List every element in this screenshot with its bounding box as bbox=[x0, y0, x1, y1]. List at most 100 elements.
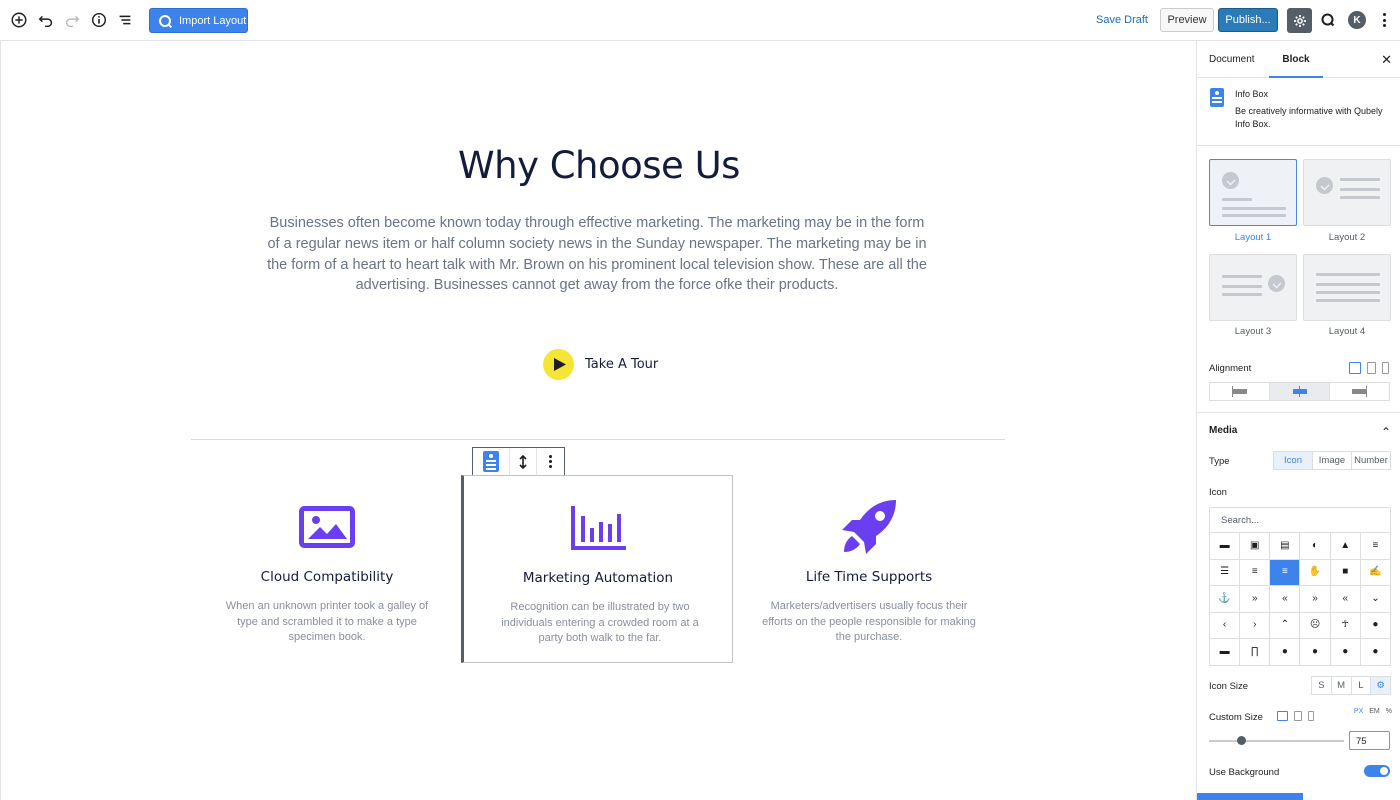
info-box-icon bbox=[483, 451, 499, 472]
settings-sidebar: Document Block ✕ Info Box Be creatively … bbox=[1196, 41, 1400, 800]
editor-toolbar: Import Layout Save Draft Preview Publish… bbox=[0, 0, 1400, 41]
unit-px[interactable]: PX bbox=[1354, 708, 1363, 715]
angle-right-icon[interactable]: › bbox=[1240, 612, 1271, 639]
info-box-icon bbox=[1210, 88, 1224, 107]
id-card-icon[interactable]: ▤ bbox=[1270, 533, 1301, 560]
block-type-button[interactable] bbox=[473, 448, 510, 475]
settings-button[interactable] bbox=[1287, 8, 1312, 33]
block-name: Info Box bbox=[1235, 89, 1269, 99]
media-label: Media bbox=[1209, 425, 1238, 436]
tree-icon[interactable]: ▲ bbox=[1330, 533, 1361, 560]
layout-label-4: Layout 4 bbox=[1328, 326, 1366, 337]
hand-icon[interactable]: ✋ bbox=[1300, 559, 1331, 586]
picture-icon[interactable]: ▬ bbox=[1210, 533, 1241, 560]
sign-language-icon[interactable]: ✍ bbox=[1360, 559, 1391, 586]
angle-down-icon[interactable]: ⌄ bbox=[1360, 586, 1391, 613]
save-draft-button[interactable]: Save Draft bbox=[1096, 14, 1148, 26]
custom-size-gear-icon[interactable]: ⚙ bbox=[1371, 677, 1390, 694]
preview-button[interactable]: Preview bbox=[1160, 8, 1214, 32]
tablet-icon[interactable] bbox=[1294, 711, 1302, 721]
info-box-card[interactable]: Life Time Supports Marketers/advertisers… bbox=[733, 475, 1005, 663]
qubely-icon[interactable] bbox=[1320, 12, 1336, 28]
align-justify-icon[interactable]: ☰ bbox=[1210, 559, 1241, 586]
card-text: Recognition can be illustrated by two in… bbox=[501, 601, 699, 644]
slider-handle[interactable] bbox=[1237, 736, 1246, 745]
unit-percent[interactable]: % bbox=[1386, 708, 1392, 715]
sidebar-tabs: Document Block ✕ bbox=[1197, 41, 1400, 78]
icon-label: Icon bbox=[1209, 487, 1227, 498]
outline-list-icon[interactable] bbox=[115, 10, 135, 30]
mobile-icon[interactable] bbox=[1382, 362, 1389, 374]
custom-size-slider[interactable] bbox=[1209, 736, 1344, 745]
block-more-options-icon[interactable] bbox=[537, 448, 564, 475]
media-panel-header[interactable]: Media ⌃ bbox=[1209, 425, 1391, 439]
align-left-icon[interactable]: ≡ bbox=[1240, 559, 1271, 586]
take-a-tour-button[interactable]: Take A Tour bbox=[543, 349, 658, 380]
size-s-option[interactable]: S bbox=[1312, 677, 1332, 694]
move-handle[interactable] bbox=[510, 448, 537, 475]
align-left-button[interactable] bbox=[1210, 383, 1270, 400]
arrow-circle-down-icon[interactable]: ● bbox=[1270, 639, 1301, 666]
angle-double-right-icon[interactable]: » bbox=[1300, 586, 1331, 613]
mobile-icon[interactable] bbox=[1308, 711, 1314, 721]
arrow-circle-up-icon[interactable]: ● bbox=[1360, 639, 1391, 666]
custom-size-input[interactable]: 75 bbox=[1349, 731, 1390, 750]
angle-up-icon[interactable]: ⌃ bbox=[1270, 612, 1301, 639]
arrow-circle-right-icon[interactable]: ● bbox=[1330, 639, 1361, 666]
use-background-toggle[interactable] bbox=[1364, 765, 1390, 777]
angle-double-left-icon[interactable]: « bbox=[1270, 586, 1301, 613]
anchor-icon[interactable]: ⚓ bbox=[1210, 586, 1241, 613]
page-title[interactable]: Why Choose Us bbox=[1, 144, 1197, 187]
add-block-icon[interactable] bbox=[9, 10, 29, 30]
icon-search-input[interactable]: Search... bbox=[1209, 507, 1391, 532]
more-options-icon[interactable] bbox=[1379, 11, 1389, 29]
angle-double-down-icon[interactable]: » bbox=[1240, 586, 1271, 613]
layout-option-3[interactable] bbox=[1209, 254, 1297, 321]
import-layout-button[interactable]: Import Layout bbox=[149, 8, 248, 33]
ankh-icon[interactable]: ☥ bbox=[1330, 612, 1361, 639]
info-box-card[interactable]: Cloud Compatibility When an unknown prin… bbox=[191, 475, 463, 663]
unit-em[interactable]: EM bbox=[1369, 708, 1380, 715]
align-right-icon[interactable]: ≡ bbox=[1270, 559, 1301, 586]
align-center-button[interactable] bbox=[1270, 383, 1330, 400]
tab-document[interactable]: Document bbox=[1209, 41, 1269, 78]
archive-icon[interactable]: ▬ bbox=[1210, 639, 1241, 666]
intro-paragraph[interactable]: Businesses often become known today thro… bbox=[263, 213, 931, 296]
ambulance-icon[interactable]: ■ bbox=[1330, 559, 1361, 586]
icon-size-label: Icon Size bbox=[1209, 681, 1249, 692]
archway-icon[interactable]: ∏ bbox=[1240, 639, 1271, 666]
undo-icon[interactable] bbox=[36, 10, 56, 30]
adjust-icon[interactable]: ◐ bbox=[1300, 533, 1331, 560]
align-center-icon[interactable]: ≡ bbox=[1360, 533, 1391, 560]
tab-block[interactable]: Block bbox=[1269, 41, 1323, 78]
card-text: When an unknown printer took a galley of… bbox=[225, 600, 429, 643]
size-m-option[interactable]: M bbox=[1332, 677, 1352, 694]
desktop-icon[interactable] bbox=[1349, 362, 1361, 374]
address-book-icon[interactable]: ▣ bbox=[1240, 533, 1271, 560]
media-type-selector: Icon Image Number bbox=[1273, 451, 1391, 470]
angry-icon[interactable]: ☹ bbox=[1300, 612, 1331, 639]
layout-label-3: Layout 3 bbox=[1234, 326, 1272, 337]
info-icon[interactable] bbox=[89, 10, 109, 30]
info-box-card[interactable]: Marketing Automation Recognition can be … bbox=[461, 475, 733, 663]
redo-icon[interactable] bbox=[62, 10, 82, 30]
panel-accent-bar bbox=[1197, 793, 1303, 800]
type-image-option[interactable]: Image bbox=[1313, 452, 1352, 469]
apple-icon[interactable]: ● bbox=[1360, 612, 1391, 639]
publish-button[interactable]: Publish... bbox=[1218, 8, 1278, 32]
desktop-icon[interactable] bbox=[1277, 711, 1288, 721]
tablet-icon[interactable] bbox=[1367, 362, 1376, 374]
angle-left-icon[interactable]: ‹ bbox=[1210, 612, 1241, 639]
arrow-circle-left-icon[interactable]: ● bbox=[1300, 639, 1331, 666]
close-icon[interactable]: ✕ bbox=[1381, 52, 1392, 68]
layout-option-1[interactable] bbox=[1209, 159, 1297, 226]
avatar[interactable]: K bbox=[1348, 11, 1366, 29]
type-icon-option[interactable]: Icon bbox=[1274, 452, 1313, 469]
angle-double-up-icon[interactable]: « bbox=[1330, 586, 1361, 613]
type-number-option[interactable]: Number bbox=[1352, 452, 1390, 469]
layout-option-2[interactable] bbox=[1303, 159, 1391, 226]
layout-option-4[interactable] bbox=[1303, 254, 1391, 321]
align-right-button[interactable] bbox=[1330, 383, 1389, 400]
use-background-label: Use Background bbox=[1209, 767, 1280, 778]
size-l-option[interactable]: L bbox=[1352, 677, 1372, 694]
